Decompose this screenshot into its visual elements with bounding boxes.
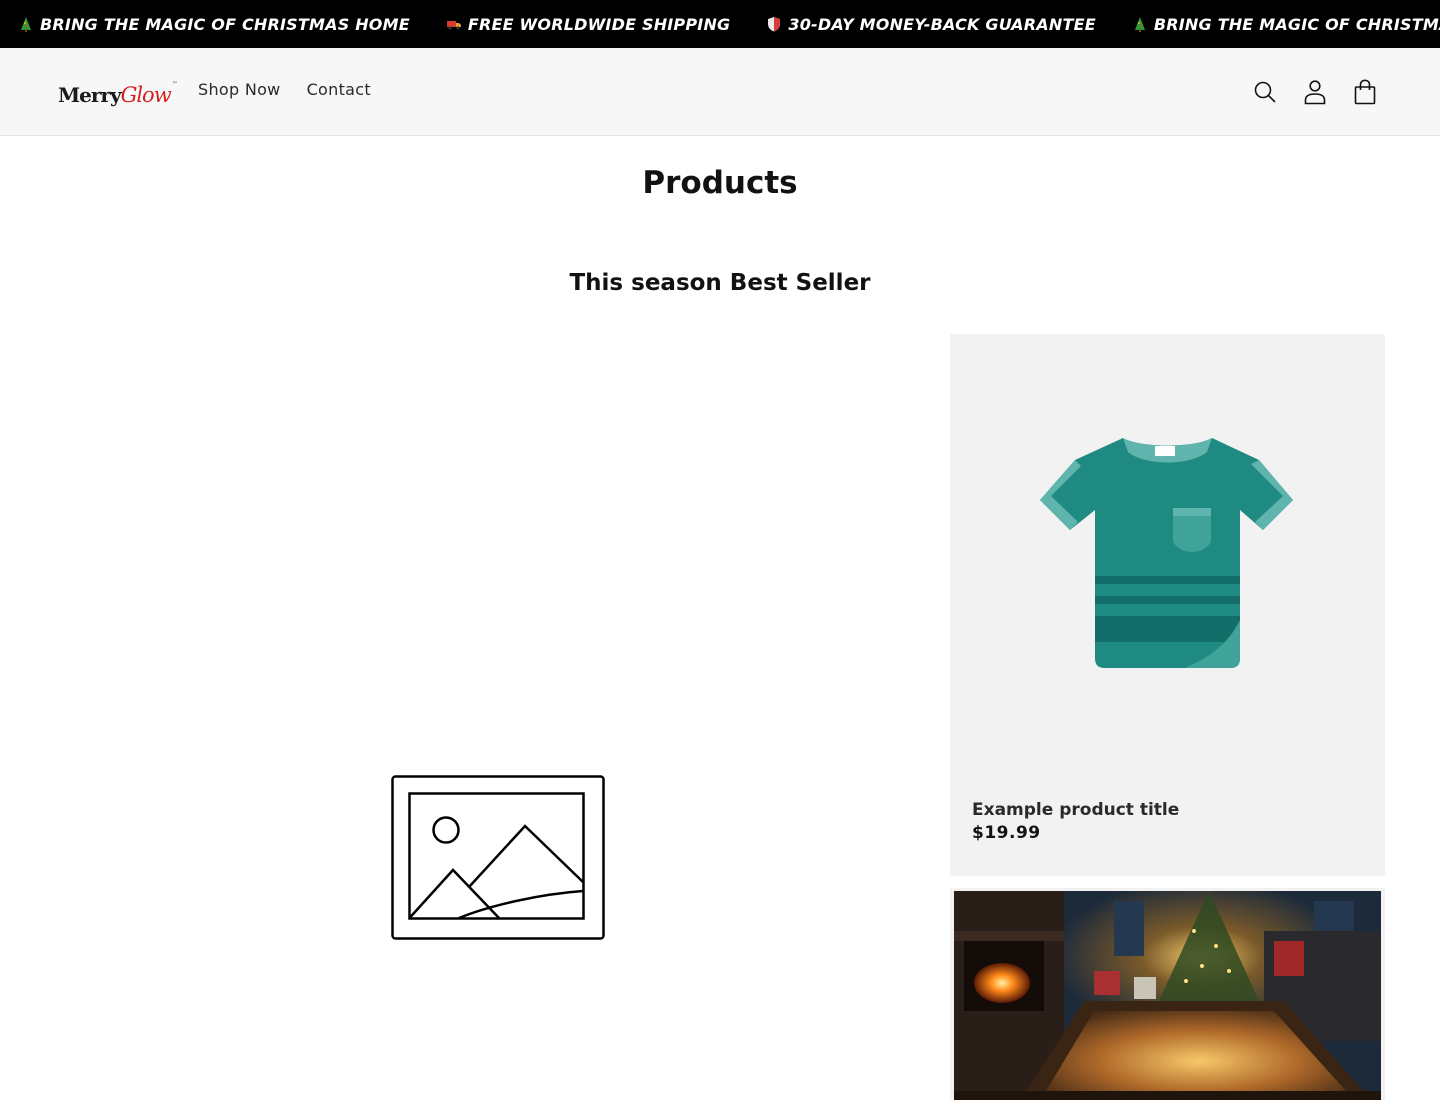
- logo-glow: Glow: [120, 83, 172, 107]
- nav-contact[interactable]: Contact: [307, 80, 371, 99]
- account-button[interactable]: [1302, 78, 1328, 106]
- logo[interactable]: Merry Glow ™: [58, 75, 178, 107]
- christmas-living-room-image: [954, 891, 1381, 1100]
- product-card[interactable]: [950, 888, 1385, 1100]
- image-placeholder-icon[interactable]: [391, 775, 605, 940]
- announcement-text: BRING THE MAGIC OF CHRISTMAS HOME: [40, 14, 410, 34]
- product-title[interactable]: Example product title: [972, 800, 1179, 820]
- nav-shop-now[interactable]: Shop Now: [198, 80, 281, 99]
- section-title: This season Best Seller: [569, 270, 871, 296]
- main-nav: Shop Now Contact: [198, 80, 371, 99]
- page-title: Products: [642, 165, 798, 201]
- tshirt-image: [1040, 438, 1293, 668]
- tree-icon: [21, 17, 31, 32]
- product-price: $19.99: [972, 823, 1041, 843]
- announcement-track: BRING THE MAGIC OF CHRISTMAS HOME FREE W…: [18, 0, 1440, 48]
- header-icons: [1252, 78, 1378, 106]
- announcement-item: BRING THE MAGIC OF CHRISTMAS HOME: [18, 15, 410, 34]
- logo-trademark: ™: [171, 81, 178, 88]
- product-card[interactable]: Example product title $19.99: [950, 334, 1385, 876]
- cart-icon: [1354, 79, 1376, 105]
- logo-merry: Merry: [58, 83, 122, 107]
- cart-button[interactable]: [1352, 78, 1378, 106]
- announcement-bar: BRING THE MAGIC OF CHRISTMAS HOME FREE W…: [0, 0, 1440, 48]
- site-header: Merry Glow ™ Shop Now Contact: [0, 48, 1440, 136]
- truck-icon: [446, 21, 461, 30]
- announcement-text: FREE WORLDWIDE SHIPPING: [467, 14, 731, 34]
- announcement-item: 30-DAY MONEY-BACK GUARANTEE: [766, 14, 1096, 34]
- announcement-item: FREE WORLDWIDE SHIPPING: [446, 15, 731, 34]
- tree-icon: [1134, 17, 1145, 32]
- account-icon: [1304, 80, 1326, 105]
- announcement-text: BRING THE MAGIC OF CHRISTMAS HOME: [1153, 14, 1440, 34]
- announcement-item: BRING THE MAGIC OF CHRISTMAS HOME: [1132, 15, 1440, 34]
- search-icon: [1254, 81, 1276, 103]
- shield-icon: [768, 17, 781, 32]
- search-button[interactable]: [1252, 78, 1278, 106]
- announcement-text: 30-DAY MONEY-BACK GUARANTEE: [788, 14, 1096, 34]
